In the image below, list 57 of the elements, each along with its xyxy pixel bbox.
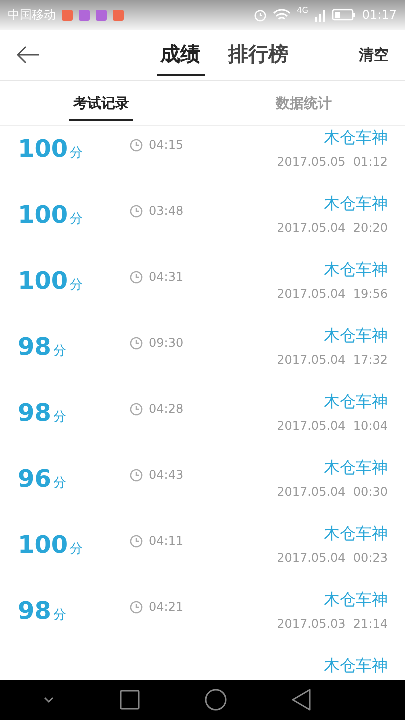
duration-text: 04:43 (149, 468, 184, 482)
clock-icon (130, 204, 143, 218)
score: 98 分 (18, 597, 68, 625)
record-date: 2017.05.04 20:20 (277, 221, 388, 235)
recent-apps-icon[interactable] (120, 690, 140, 710)
score: 100 分 (18, 135, 84, 163)
clock-icon (130, 600, 143, 614)
clock-icon (130, 534, 143, 548)
user-name: 木仓车神 (324, 260, 388, 281)
home-icon[interactable] (205, 689, 228, 711)
back-icon[interactable] (292, 689, 312, 711)
clear-button[interactable]: 清空 (359, 46, 389, 64)
clock-icon (130, 336, 143, 350)
score: 96 分 (18, 465, 68, 493)
back-arrow-icon[interactable] (16, 46, 40, 64)
sub-tab[interactable]: 考试记录 (69, 85, 134, 121)
score: 98 分 (18, 399, 68, 427)
score: 100 分 (18, 267, 84, 295)
duration-text: 04:28 (149, 402, 184, 416)
user-name: 木仓车神 (324, 590, 388, 611)
alarm-icon (254, 8, 268, 22)
carrier-name: 中国移动 (8, 6, 56, 24)
network-type: 4G (297, 6, 308, 15)
user-name: 木仓车神 (324, 326, 388, 347)
record-date: 2017.05.04 19:56 (277, 287, 388, 301)
user-name: 木仓车神 (324, 656, 388, 677)
record-date: 2017.05.04 00:23 (277, 551, 388, 565)
battery-icon (332, 9, 356, 21)
duration-text: 04:31 (149, 270, 184, 284)
clock-time: 01:17 (362, 8, 397, 22)
user-name: 木仓车神 (324, 128, 388, 149)
score: 100 分 (18, 531, 84, 559)
clock-icon (130, 138, 143, 152)
record-date: 2017.05.03 21:14 (277, 617, 388, 631)
user-name: 木仓车神 (324, 392, 388, 413)
user-name: 木仓车神 (324, 194, 388, 215)
record-date: 2017.05.05 01:12 (277, 155, 388, 169)
duration-text: 03:48 (149, 204, 184, 218)
clock-icon (130, 468, 143, 482)
duration-text: 04:15 (149, 138, 184, 152)
clock-icon (130, 270, 143, 284)
score: 98 分 (18, 333, 68, 361)
user-name: 木仓车神 (324, 524, 388, 545)
duration-text: 04:11 (149, 534, 184, 548)
score: 100 分 (18, 201, 84, 229)
top-tab[interactable]: 成绩 (156, 34, 204, 76)
duration-text: 09:30 (149, 336, 184, 350)
clock-icon (130, 402, 143, 416)
wifi-icon (273, 8, 292, 22)
signal-icon (314, 8, 326, 22)
record-date: 2017.05.04 10:04 (277, 419, 388, 433)
user-name: 木仓车神 (324, 458, 388, 479)
record-date: 2017.05.04 17:32 (277, 353, 388, 367)
chevron-down-icon[interactable] (42, 696, 55, 704)
record-date: 2017.05.04 00:30 (277, 485, 388, 499)
duration-text: 04:21 (149, 600, 184, 614)
top-tab[interactable]: 排行榜 (224, 34, 292, 76)
